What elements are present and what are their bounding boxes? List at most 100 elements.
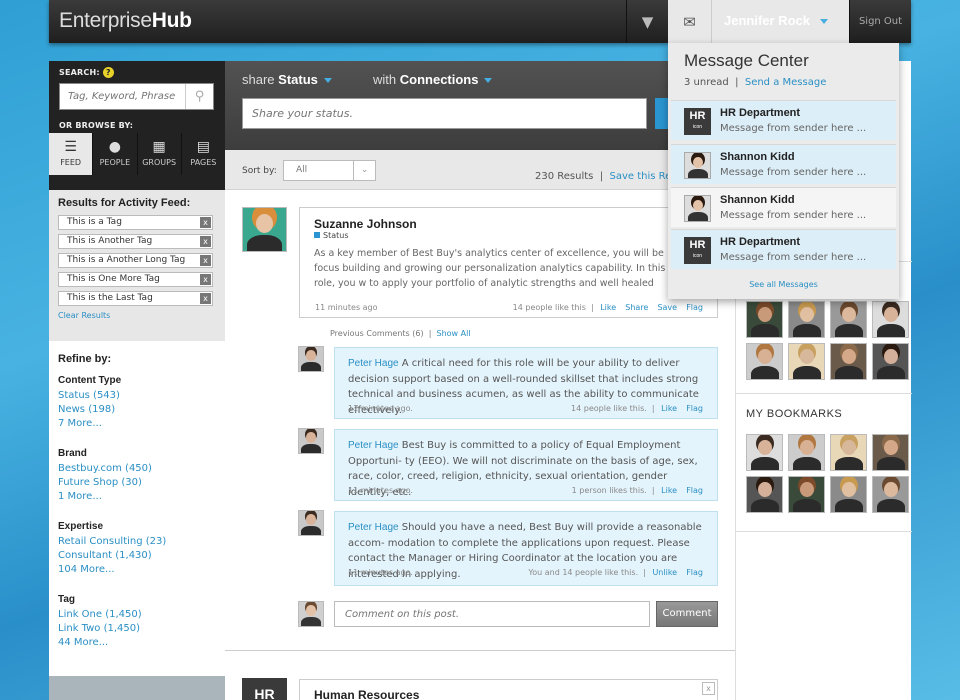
refine-link[interactable]: Bestbuy.com (450): [58, 462, 216, 476]
refine-more-link[interactable]: 7 More...: [58, 417, 216, 431]
help-icon[interactable]: ?: [102, 67, 114, 78]
send-message-link[interactable]: Send a Message: [745, 77, 827, 88]
like-link[interactable]: Like: [661, 486, 677, 495]
close-icon[interactable]: x: [200, 255, 211, 266]
save-search-link[interactable]: Save this Re: [609, 171, 671, 182]
message-sender: Shannon Kidd: [720, 194, 795, 206]
refine-link[interactable]: News (198): [58, 403, 216, 417]
comment-time: 11 minutes ago.: [348, 404, 413, 413]
show-all-link[interactable]: Show All: [436, 329, 470, 338]
flag-link[interactable]: Flag: [686, 404, 703, 413]
refine-link[interactable]: Retail Consulting (23): [58, 535, 216, 549]
bookmarks-grid: [736, 434, 912, 513]
avatar[interactable]: [872, 343, 909, 380]
tab-feed[interactable]: ☰ FEED: [49, 133, 94, 175]
connections-grid: [736, 301, 912, 380]
app-logo[interactable]: EnterpriseHub: [59, 9, 192, 33]
search-input[interactable]: [60, 84, 182, 109]
post-author[interactable]: Human Resources: [314, 688, 703, 700]
post-author[interactable]: Suzanne Johnson: [314, 217, 703, 231]
avatar[interactable]: [746, 476, 783, 513]
message-preview: Message from sender here ...: [720, 252, 867, 263]
left-sidebar: SEARCH:? ⚲ OR BROWSE BY: ☰FEED ●PEOPLE ▦…: [49, 61, 225, 700]
avatar[interactable]: [746, 301, 783, 338]
sort-select[interactable]: All ⌄: [283, 160, 376, 181]
share-link[interactable]: Share: [625, 303, 648, 312]
avatar[interactable]: [298, 346, 324, 372]
avatar[interactable]: [872, 434, 909, 471]
like-link[interactable]: Like: [600, 303, 616, 312]
unlike-link[interactable]: Unlike: [652, 568, 677, 577]
search-box: ⚲: [59, 83, 214, 110]
comment-author[interactable]: Peter Hage: [348, 522, 399, 533]
comment-button[interactable]: Comment: [656, 601, 718, 627]
close-icon[interactable]: x: [200, 236, 211, 247]
comment-author[interactable]: Peter Hage: [348, 358, 399, 369]
comment-input[interactable]: [335, 602, 649, 626]
flag-link[interactable]: Flag: [686, 303, 703, 312]
refine-more-link[interactable]: 1 More...: [58, 490, 216, 504]
avatar[interactable]: [788, 476, 825, 513]
tab-groups[interactable]: ▦ GROUPS: [138, 133, 182, 175]
avatar[interactable]: [298, 510, 324, 536]
list-icon: ☰: [64, 139, 77, 155]
close-icon[interactable]: x: [702, 682, 715, 695]
avatar[interactable]: [830, 434, 867, 471]
avatar[interactable]: [746, 434, 783, 471]
refine-link[interactable]: Link One (1,450): [58, 608, 216, 622]
avatar[interactable]: [788, 434, 825, 471]
refine-more-link[interactable]: 104 More...: [58, 563, 216, 577]
avatar[interactable]: [242, 207, 287, 252]
user-menu[interactable]: ✉ Jennifer Rock: [668, 0, 849, 43]
avatar[interactable]: [872, 476, 909, 513]
avatar[interactable]: [788, 343, 825, 380]
post-type: Status: [314, 231, 703, 240]
close-icon[interactable]: x: [200, 217, 211, 228]
message-item[interactable]: Shannon Kidd Message from sender here ..…: [671, 187, 896, 227]
message-center-title: Message Center: [684, 51, 809, 70]
save-link[interactable]: Save: [657, 303, 677, 312]
chevron-down-icon: [323, 78, 332, 84]
refine-link[interactable]: Status (543): [58, 389, 216, 403]
clear-results-link[interactable]: Clear Results: [58, 311, 110, 320]
refine-link[interactable]: Future Shop (30): [58, 476, 216, 490]
message-item[interactable]: Shannon Kidd Message from sender here ..…: [671, 144, 896, 184]
like-link[interactable]: Like: [661, 404, 677, 413]
tab-share-status[interactable]: share Status: [242, 72, 332, 87]
sign-out-link[interactable]: Sign Out: [849, 0, 911, 43]
status-input[interactable]: [243, 99, 646, 128]
flag-link[interactable]: Flag: [686, 568, 703, 577]
tab-people[interactable]: ● PEOPLE: [93, 133, 138, 175]
search-icon[interactable]: ⚲: [185, 84, 213, 109]
message-center: Message Center 3 unread | Send a Message…: [668, 43, 899, 299]
hr-icon: HR: [242, 678, 287, 700]
avatar[interactable]: [872, 301, 909, 338]
post-actions: 14 people like this | Like Share Save Fl…: [512, 303, 703, 312]
results-panel: Results for Activity Feed: This is a Tag…: [49, 190, 225, 341]
flag-link[interactable]: Flag: [686, 486, 703, 495]
avatar[interactable]: [298, 428, 324, 454]
avatar[interactable]: [830, 343, 867, 380]
message-item[interactable]: HR icon HR Department Message from sender…: [671, 100, 896, 140]
message-item[interactable]: HR icon HR Department Message from sender…: [671, 229, 896, 269]
comment-author[interactable]: Peter Hage: [348, 440, 399, 451]
tab-pages[interactable]: ▤ PAGES: [182, 133, 225, 175]
close-icon[interactable]: x: [200, 274, 211, 285]
refine-link[interactable]: Consultant (1,430): [58, 549, 216, 563]
avatar[interactable]: [788, 301, 825, 338]
sidebar-footer: [49, 676, 225, 700]
avatar[interactable]: [746, 343, 783, 380]
avatar[interactable]: [830, 476, 867, 513]
divider: [225, 650, 735, 651]
user-name[interactable]: Jennifer Rock: [724, 13, 828, 28]
refine-more-link[interactable]: 44 More...: [58, 636, 216, 650]
alert-icon[interactable]: ▼: [626, 0, 668, 43]
message-preview: Message from sender here ...: [720, 210, 867, 221]
see-all-messages-link[interactable]: See all Messages: [668, 280, 899, 289]
message-sender: HR Department: [720, 107, 801, 119]
tab-share-connections[interactable]: with Connections: [373, 72, 493, 87]
refine-link[interactable]: Link Two (1,450): [58, 622, 216, 636]
close-icon[interactable]: x: [200, 293, 211, 304]
avatar[interactable]: [830, 301, 867, 338]
mail-icon[interactable]: ✉: [668, 0, 712, 43]
